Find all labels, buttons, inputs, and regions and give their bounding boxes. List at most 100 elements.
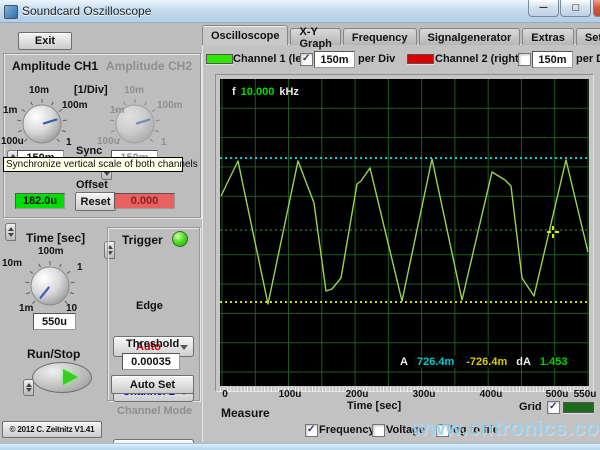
watermark-text: www.cntronics.com <box>412 417 600 441</box>
time-title: Time [sec] <box>26 231 85 245</box>
window-title: Soundcard Oszilloscope <box>22 4 151 18</box>
exit-button[interactable]: Exit <box>18 32 72 50</box>
knob-tick-mark <box>26 292 30 293</box>
ch1-perdiv-label: per Div <box>358 53 395 65</box>
knob-tick-mark <box>110 120 114 121</box>
scope-display[interactable]: f 10.000 kHz A 726.4m -726.4m dA 1.453 <box>220 79 589 386</box>
knob-tick-mark <box>70 292 74 293</box>
knob-tick-mark <box>67 271 70 273</box>
knob-tick-mark <box>62 130 66 131</box>
ch1-trace <box>221 159 588 304</box>
freq-value: 10.000 <box>241 86 275 98</box>
frequency-readout: f 10.000 kHz <box>232 86 299 98</box>
sync-tooltip-text: Synchronize vertical scale of both chann… <box>6 159 198 170</box>
knob-tick-mark <box>22 109 25 111</box>
knob-tick-mark <box>145 102 147 106</box>
tab-frequency[interactable]: Frequency <box>343 28 417 45</box>
chevron-down-icon <box>180 345 188 350</box>
run-stop-label: Run/Stop <box>27 347 80 361</box>
readout-da-label: dA <box>516 356 531 368</box>
cursor-crosshair-icon <box>547 226 559 238</box>
knob-tick-mark <box>152 109 155 111</box>
sync-label: Sync <box>76 145 102 157</box>
tab-bar: OscilloscopeX-Y GraphFrequencySignalgene… <box>202 28 600 45</box>
ch1-knob-tick-10m: 10m <box>29 85 49 96</box>
ch2-color-swatch <box>407 54 434 64</box>
time-knob-tick-100m: 100m <box>38 246 64 257</box>
x-axis-label: Time [sec] <box>347 400 401 412</box>
tab-signalgenerator[interactable]: Signalgenerator <box>419 28 521 45</box>
grid-color-swatch <box>563 402 594 413</box>
ch1-knob-tick-100u: 100u <box>1 136 24 147</box>
tab-extras[interactable]: Extras <box>522 28 574 45</box>
tab-x-y-graph[interactable]: X-Y Graph <box>290 28 340 45</box>
grid-checkbox[interactable] <box>547 401 560 414</box>
x-tick-550u: 550u <box>568 389 600 400</box>
measure-title: Measure <box>221 406 270 420</box>
freq-prefix: f <box>232 86 236 98</box>
x-tick-400u: 400u <box>474 389 508 400</box>
ch2-knob-tick-1m: 1m <box>110 105 124 116</box>
ch2-knob-tick-1: 1 <box>161 137 167 148</box>
threshold-field[interactable]: 0.00035 <box>122 353 180 370</box>
knob-tick-mark <box>30 271 33 273</box>
knob-tick-mark <box>39 264 41 268</box>
frequency-checkbox[interactable] <box>305 424 318 437</box>
trigger-title: Trigger <box>122 233 163 247</box>
auto-set-button[interactable]: Auto Set <box>111 375 194 394</box>
ch1-knob-tick-100m: 100m <box>62 100 88 111</box>
time-knob-tick-10m: 10m <box>2 258 22 269</box>
ch2-knob-tick-10m: 10m <box>124 85 144 96</box>
knob-tick-mark <box>52 102 54 106</box>
app-window: Soundcard Oszilloscope — ▢ ✕ Exit Amplit… <box>0 0 600 450</box>
knob-tick-mark <box>156 120 160 121</box>
ch2-legend-label: Channel 2 (right) <box>435 53 522 65</box>
sync-tooltip: Synchronize vertical scale of both chann… <box>3 157 183 172</box>
edge-label: Edge <box>136 300 163 312</box>
x-tick-0: 0 <box>208 389 242 400</box>
knob-tick-mark <box>31 102 33 106</box>
ch1-offset-spinner[interactable] <box>5 223 16 241</box>
knob-tick-mark <box>63 120 67 121</box>
readout-a-max: 726.4m <box>414 356 457 368</box>
frequency-checkbox-label: Frequency <box>319 424 375 436</box>
knob-tick-mark <box>18 130 22 131</box>
ch2-offset-field[interactable]: 0.000 <box>114 193 175 209</box>
ch2-enable-checkbox[interactable] <box>518 53 531 66</box>
knob-tick-mark <box>17 120 21 121</box>
time-knob-tick-1m: 1m <box>19 303 33 314</box>
offset-reset-button[interactable]: Reset <box>75 192 116 211</box>
tab-settings[interactable]: Settings <box>576 28 600 45</box>
window-bottom-border <box>0 443 600 450</box>
ch1-knob-tick-1m: 1m <box>3 105 17 116</box>
title-bar: Soundcard Oszilloscope — ▢ ✕ <box>0 0 600 23</box>
ch1-enable-checkbox[interactable] <box>300 53 313 66</box>
time-knob-tick-1: 1 <box>77 262 83 273</box>
knob-body <box>31 267 69 305</box>
knob-tick-mark <box>111 130 115 131</box>
threshold-label: Threshold <box>126 338 179 350</box>
minimize-button[interactable]: — <box>528 0 559 17</box>
close-button[interactable]: ✕ <box>593 0 600 17</box>
play-icon <box>63 369 78 385</box>
ch1-offset-field[interactable]: 182.0u <box>15 193 65 209</box>
run-stop-button[interactable] <box>32 362 92 393</box>
ch1-perdiv-field[interactable]: 150m <box>314 51 355 68</box>
knob-tick-mark <box>60 264 62 268</box>
time-value-field[interactable]: 550u <box>33 313 76 330</box>
ch1-color-swatch <box>206 54 233 64</box>
tab-oscilloscope[interactable]: Oscilloscope <box>202 25 288 45</box>
scope-canvas <box>220 79 589 386</box>
voltage-checkbox[interactable] <box>372 424 385 437</box>
exit-label: Exit <box>35 35 55 47</box>
amplitude-ch2-title: Amplitude CH2 <box>106 59 192 73</box>
ch2-perdiv-field[interactable]: 150m <box>532 51 573 68</box>
x-tick-300u: 300u <box>407 389 441 400</box>
per-div-unit-label: [1/Div] <box>74 84 108 96</box>
x-tick-200u: 200u <box>340 389 374 400</box>
trigger-led <box>172 231 188 247</box>
app-icon <box>4 5 18 19</box>
maximize-button[interactable]: ▢ <box>560 0 591 17</box>
amplitude-readout: A 726.4m -726.4m dA 1.453 <box>400 356 570 368</box>
ch2-perdiv-label: per Div <box>576 53 600 65</box>
